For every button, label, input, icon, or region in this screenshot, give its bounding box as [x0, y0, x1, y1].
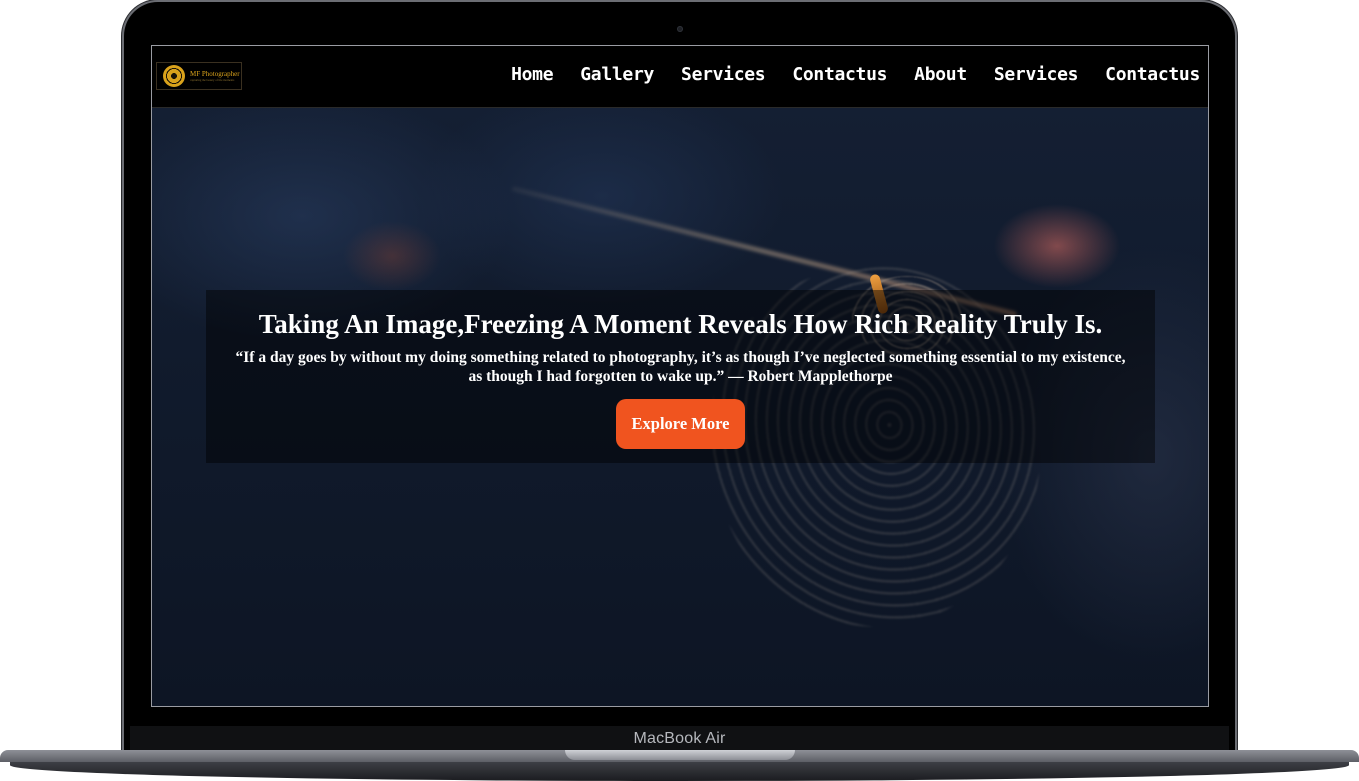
laptop-mockup: MF Photographer capturing the beauty of …	[0, 0, 1359, 781]
nav-link-contactus-2[interactable]: Contactus	[1105, 64, 1200, 85]
device-brand-label: MacBook Air	[633, 730, 726, 747]
nav-link-home[interactable]: Home	[511, 64, 553, 85]
webcam	[677, 26, 683, 32]
nav-link-services-2[interactable]: Services	[994, 64, 1079, 85]
nav-link-about[interactable]: About	[914, 64, 967, 85]
laptop-base	[0, 750, 1359, 781]
navbar: MF Photographer capturing the beauty of …	[152, 46, 1208, 108]
base-bottom	[10, 762, 1349, 781]
explore-more-button[interactable]: Explore More	[615, 399, 746, 449]
camera-aperture-icon	[163, 65, 185, 87]
logo-text: MF Photographer capturing the beauty of …	[190, 69, 240, 82]
browser-viewport: MF Photographer capturing the beauty of …	[151, 45, 1209, 707]
site-logo[interactable]: MF Photographer capturing the beauty of …	[156, 62, 242, 90]
nav-link-services[interactable]: Services	[681, 64, 766, 85]
hero-quote: “If a day goes by without my doing somet…	[235, 349, 1126, 385]
hero-text-panel: Taking An Image,Freezing A Moment Reveal…	[206, 290, 1155, 463]
nav-link-contactus[interactable]: Contactus	[792, 64, 887, 85]
nav-link-gallery[interactable]: Gallery	[580, 64, 654, 85]
logo-tagline: capturing the beauty of life moments	[190, 77, 235, 82]
logo-name: MF Photographer	[190, 69, 240, 78]
main-nav: Home Gallery Services Contactus About Se…	[511, 64, 1200, 85]
hinge-notch	[565, 750, 795, 760]
hero-title: Taking An Image,Freezing A Moment Reveal…	[258, 309, 1103, 339]
